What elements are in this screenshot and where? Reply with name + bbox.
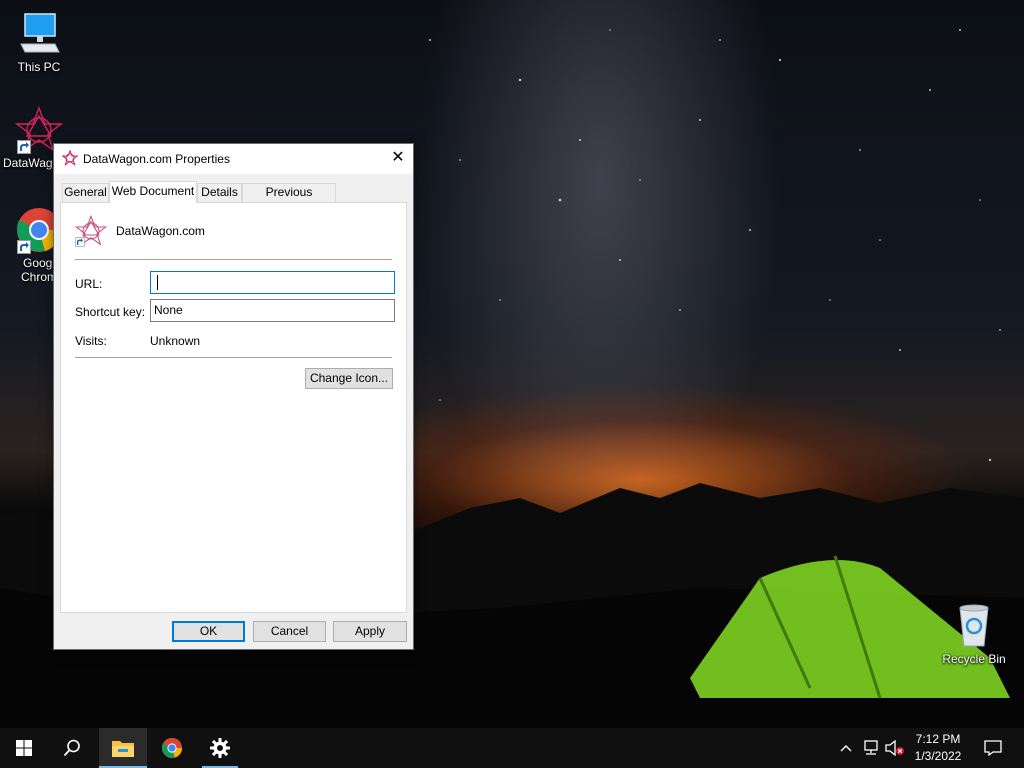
ok-button[interactable]: OK [172, 621, 245, 642]
settings-icon [210, 738, 230, 758]
site-name: DataWagon.com [116, 224, 205, 238]
change-icon-button[interactable]: Change Icon... [305, 368, 393, 389]
close-button[interactable]: ✕ [383, 144, 413, 174]
tab-details[interactable]: Details [197, 183, 242, 202]
apply-button[interactable]: Apply [333, 621, 407, 642]
close-icon: ✕ [391, 149, 405, 166]
tab-previous-versions[interactable]: Previous Versions [242, 183, 336, 216]
shortcut-arrow-icon [17, 240, 31, 254]
properties-dialog: DataWagon.com Properties ✕ General Web D… [53, 143, 414, 650]
taskbar-file-explorer[interactable] [99, 728, 147, 768]
file-explorer-icon [112, 741, 134, 757]
show-hidden-icons-button[interactable] [836, 728, 856, 768]
taskbar-settings[interactable] [196, 728, 244, 768]
start-icon [16, 740, 32, 756]
text-caret [157, 275, 158, 290]
computer-icon [15, 10, 63, 58]
dialog-titlebar[interactable]: DataWagon.com Properties ✕ [54, 144, 413, 174]
desktop-icon-label: Recycle Bin [942, 652, 1006, 666]
network-icon [864, 740, 878, 755]
notifications-icon [984, 740, 1002, 757]
clock-date: 1/3/2022 [914, 749, 962, 763]
volume-button[interactable] [884, 728, 906, 768]
search-button[interactable] [48, 728, 96, 768]
start-button[interactable] [0, 728, 48, 768]
divider [75, 259, 392, 260]
tab-general[interactable]: General [62, 183, 109, 202]
shortcut-arrow-icon [17, 140, 31, 154]
search-icon [63, 739, 80, 757]
desktop-icon-this-pc[interactable]: This PC [1, 10, 77, 74]
taskbar-clock[interactable]: 7:12 PM 1/3/2022 [908, 731, 968, 765]
tab-strip: General Web Document Details Previous Ve… [62, 181, 406, 216]
cancel-button[interactable]: Cancel [253, 621, 326, 642]
tab-web-document[interactable]: Web Document [109, 181, 197, 203]
dialog-title: DataWagon.com Properties [83, 152, 230, 166]
url-input[interactable] [150, 271, 395, 294]
taskbar-chrome[interactable] [148, 728, 196, 768]
visits-value: Unknown [150, 334, 201, 348]
desktop-icon-recycle-bin[interactable]: Recycle Bin [936, 602, 1012, 666]
shortcut-key-label: Shortcut key: [75, 305, 146, 319]
visits-label: Visits: [75, 334, 107, 348]
desktop-icon-label: This PC [17, 60, 61, 74]
datawagon-icon [61, 149, 79, 166]
url-label: URL: [75, 277, 103, 291]
volume-muted-icon [885, 740, 904, 756]
divider [75, 357, 392, 358]
shortcut-key-value: None [154, 303, 183, 317]
taskbar: 7:12 PM 1/3/2022 [0, 728, 1024, 768]
clock-time: 7:12 PM [915, 732, 961, 746]
chevron-up-icon [840, 745, 852, 752]
tab-panel-web-document: DataWagon.com URL: Shortcut key: None Vi… [60, 202, 407, 613]
datawagon-icon [74, 214, 108, 247]
shortcut-key-input[interactable]: None [150, 299, 395, 322]
chrome-icon [161, 737, 183, 759]
recycle-bin-icon [950, 602, 998, 650]
network-button[interactable] [860, 728, 882, 768]
action-center-button[interactable] [978, 728, 1008, 768]
